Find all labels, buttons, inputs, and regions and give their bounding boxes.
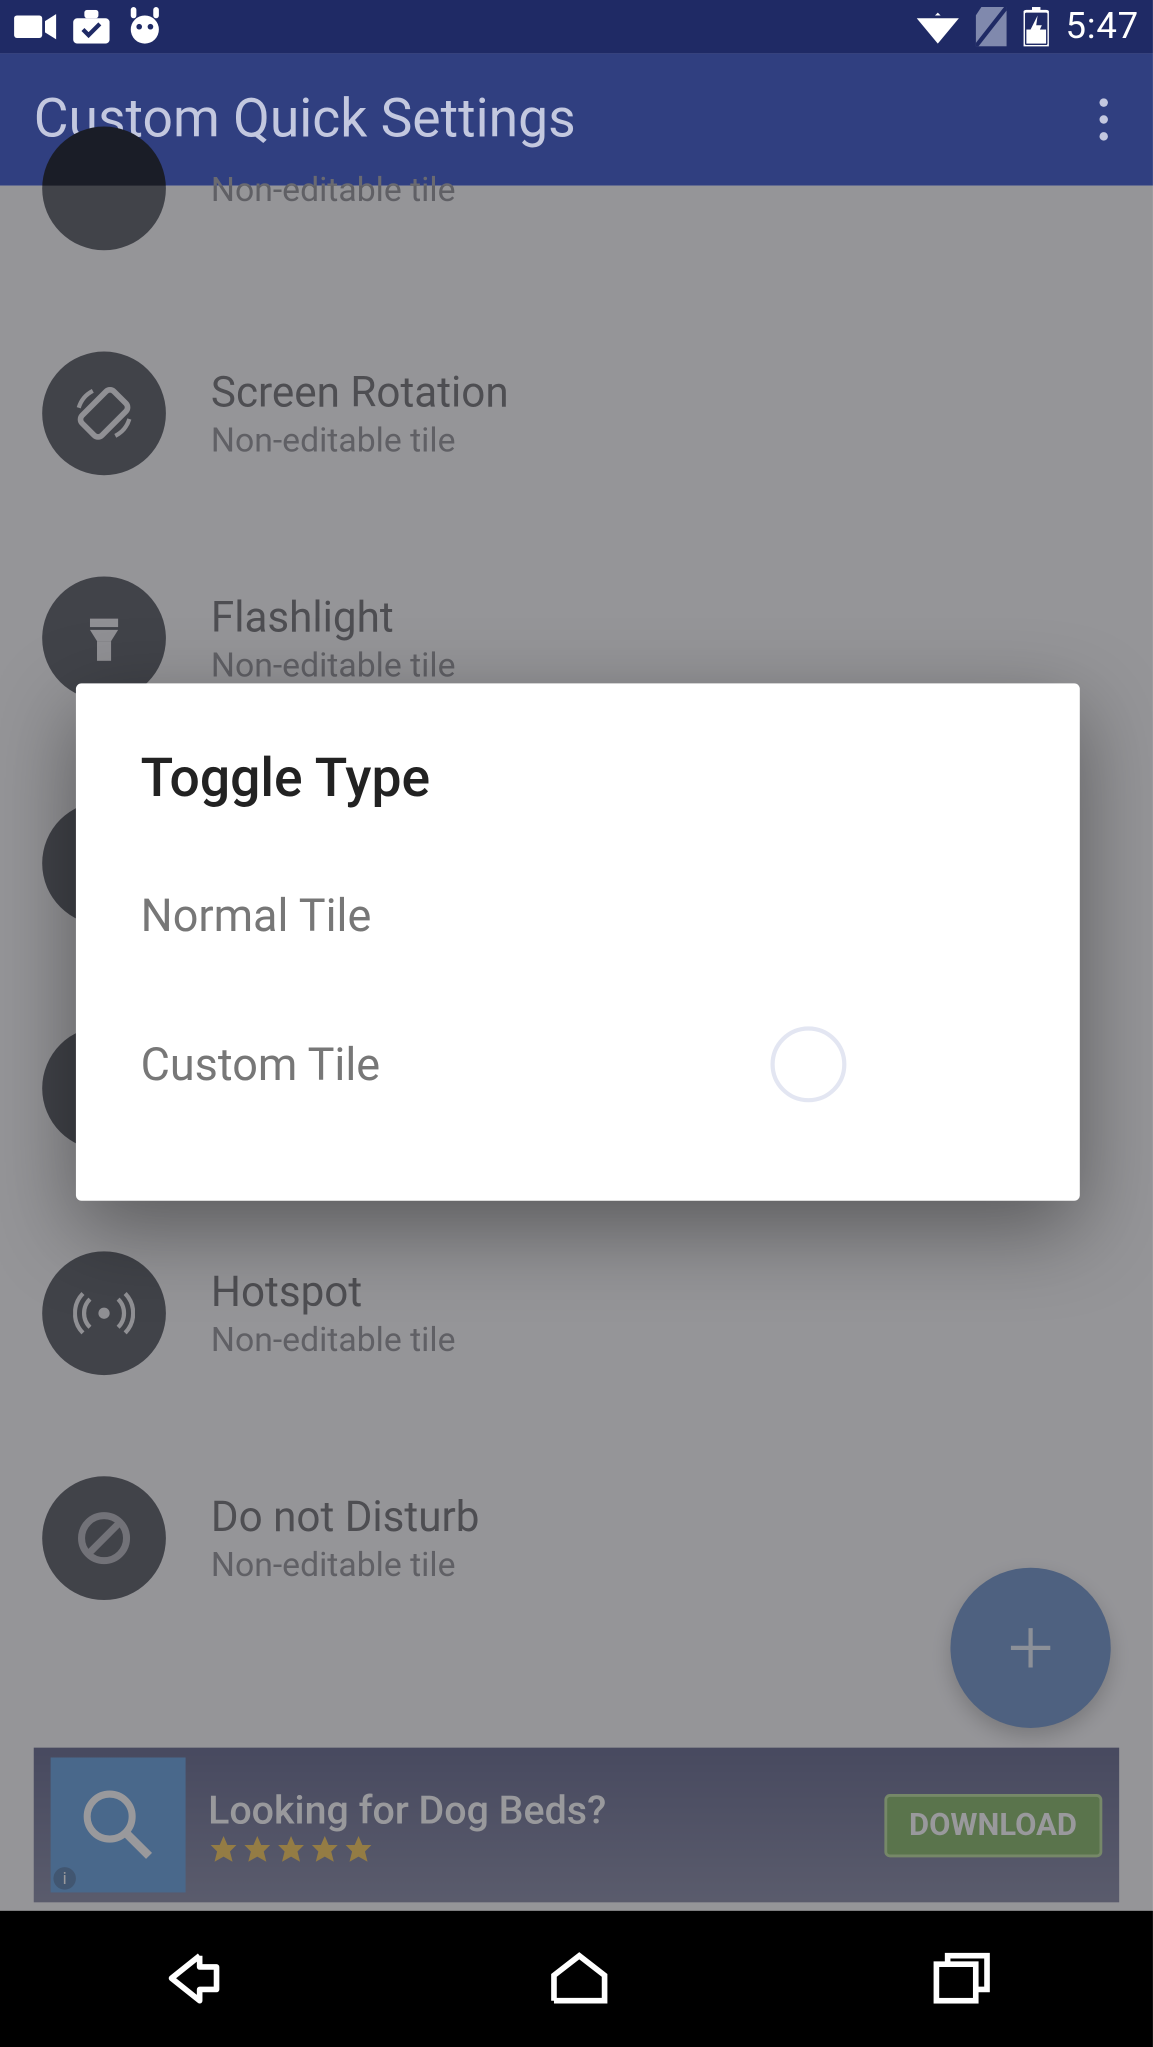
dialog-option-normal[interactable]: Normal Tile: [76, 846, 1080, 984]
dialog-option-label: Custom Tile: [141, 1038, 381, 1091]
home-icon: [548, 1950, 610, 2006]
wifi-icon: [917, 10, 959, 44]
briefcase-check-icon: [73, 10, 110, 44]
back-button[interactable]: [160, 1950, 227, 2012]
toggle-type-dialog: Toggle Type Normal Tile Custom Tile: [76, 683, 1080, 1200]
recent-apps-button[interactable]: [931, 1950, 993, 2012]
no-sim-icon: [976, 7, 1007, 46]
screen: 5:47 Custom Quick Settings Non-editable …: [0, 0, 1153, 2047]
cyanogen-icon: [127, 7, 164, 46]
dialog-title: Toggle Type: [76, 748, 1080, 846]
videocam-icon: [14, 13, 56, 41]
home-button[interactable]: [548, 1950, 610, 2012]
status-bar: 5:47: [0, 0, 1153, 53]
recent-icon: [931, 1950, 993, 2006]
back-icon: [160, 1950, 227, 2006]
touch-ripple-icon: [770, 1026, 846, 1102]
navigation-bar: [0, 1911, 1153, 2047]
dialog-option-custom[interactable]: Custom Tile: [76, 984, 1080, 1144]
battery-charging-icon: [1023, 7, 1048, 46]
dialog-option-label: Normal Tile: [141, 889, 372, 942]
clock-text: 5:47: [1066, 6, 1139, 48]
